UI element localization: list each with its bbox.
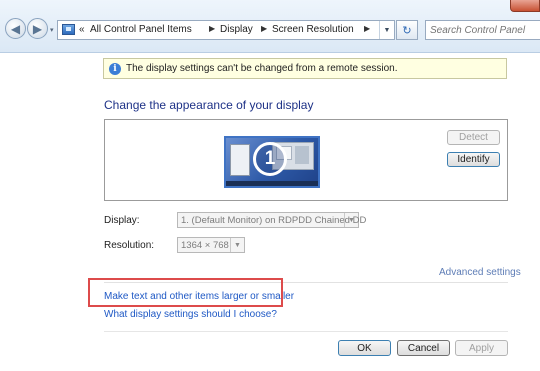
breadcrumb-display[interactable]: Display	[220, 24, 253, 35]
back-arrow-icon: ◀	[10, 21, 21, 36]
breadcrumb-overflow[interactable]: «	[79, 24, 85, 35]
navigation-bar: ◀ ▶ ▾ « All Control Panel Items ▶ Displa…	[0, 0, 540, 53]
identify-button[interactable]: Identify	[447, 152, 500, 167]
ok-button[interactable]: OK	[338, 340, 391, 356]
breadcrumb-all-items[interactable]: All Control Panel Items	[90, 24, 192, 35]
resolution-select[interactable]: 1364 × 768 ▼	[177, 237, 245, 253]
display-label: Display:	[104, 215, 140, 226]
chevron-down-icon: ▼	[344, 213, 358, 227]
info-icon: i	[109, 63, 121, 75]
address-bar[interactable]: « All Control Panel Items ▶ Display ▶ Sc…	[57, 20, 395, 40]
detect-button[interactable]: Detect	[447, 130, 500, 145]
monitor-preview-panel: 1 Detect Identify	[104, 119, 508, 201]
breadcrumb-screen-resolution[interactable]: Screen Resolution	[272, 24, 354, 35]
breadcrumb-separator-icon[interactable]: ▶	[209, 24, 215, 33]
divider	[104, 331, 508, 332]
search-box[interactable]	[425, 20, 540, 40]
apply-button[interactable]: Apply	[455, 340, 508, 356]
monitor-preview-sidebar	[230, 144, 250, 176]
advanced-settings-link[interactable]: Advanced settings	[439, 267, 521, 278]
control-panel-icon	[62, 24, 75, 35]
display-settings-help-link[interactable]: What display settings should I choose?	[104, 309, 277, 320]
address-history-dropdown-icon[interactable]: ▼	[379, 21, 394, 39]
search-input[interactable]	[430, 23, 538, 37]
page-title: Change the appearance of your display	[104, 98, 314, 112]
remote-session-infobar: i The display settings can't be changed …	[103, 58, 507, 79]
display-select-value: 1. (Default Monitor) on RDPDD Chained DD	[181, 215, 367, 226]
resolution-label: Resolution:	[104, 240, 155, 251]
back-button[interactable]: ◀	[5, 18, 26, 39]
forward-button[interactable]: ▶	[27, 18, 48, 39]
recent-pages-chevron-icon[interactable]: ▾	[50, 26, 56, 34]
refresh-button[interactable]: ↻	[396, 20, 418, 40]
resolution-select-value: 1364 × 768	[181, 240, 229, 251]
chevron-down-icon: ▼	[230, 238, 244, 252]
forward-arrow-icon: ▶	[32, 21, 43, 36]
window-close-button[interactable]	[510, 0, 540, 12]
display-select[interactable]: 1. (Default Monitor) on RDPDD Chained DD…	[177, 212, 366, 228]
breadcrumb-separator-icon[interactable]: ▶	[364, 24, 370, 33]
monitor-1-thumbnail[interactable]: 1	[224, 136, 320, 188]
breadcrumb-separator-icon[interactable]: ▶	[261, 24, 267, 33]
refresh-icon: ↻	[402, 24, 412, 37]
monitor-number-badge: 1	[253, 142, 287, 176]
infobar-text: The display settings can't be changed fr…	[126, 63, 398, 74]
cancel-button[interactable]: Cancel	[397, 340, 450, 356]
monitor-preview-taskbar	[226, 181, 318, 186]
highlight-annotation-box	[88, 278, 283, 307]
